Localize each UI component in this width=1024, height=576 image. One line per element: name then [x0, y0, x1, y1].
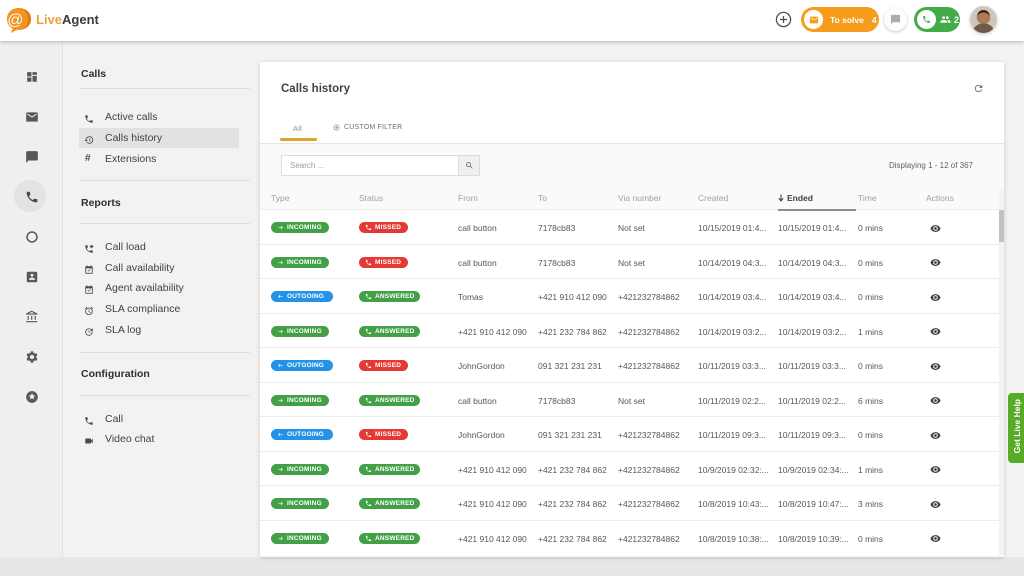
svg-text:@: @ [7, 12, 23, 29]
